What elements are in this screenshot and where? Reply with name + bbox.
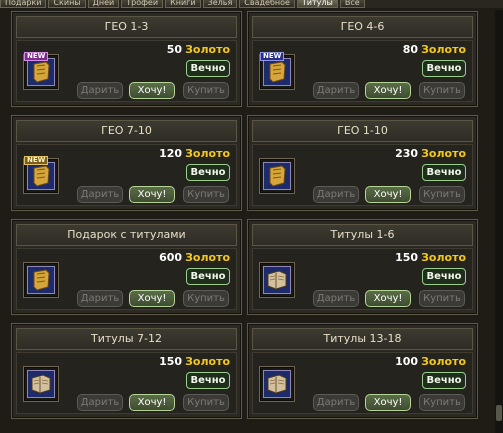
scroll-icon <box>27 162 55 190</box>
card-body: 150 Золото Вечно Дарить Хочу! Купить <box>252 248 473 310</box>
buy-button[interactable]: Купить <box>419 82 465 99</box>
book-icon <box>263 370 291 398</box>
tab-wedding[interactable]: Свадебное <box>239 0 295 8</box>
tab-potions[interactable]: Зелья <box>202 0 238 8</box>
item-slot[interactable] <box>259 158 295 194</box>
buy-button[interactable]: Купить <box>183 394 229 411</box>
tab-skins[interactable]: Скины <box>48 0 86 8</box>
buy-button[interactable]: Купить <box>183 82 229 99</box>
buy-button[interactable]: Купить <box>419 186 465 203</box>
price: 50 Золото <box>166 43 230 56</box>
tab-gifts[interactable]: Подарки <box>0 0 47 8</box>
scrollbar[interactable] <box>495 10 503 433</box>
gift-button[interactable]: Дарить <box>77 290 123 307</box>
tab-trophies[interactable]: Трофеи <box>121 0 164 8</box>
price: 100 Золото <box>395 355 466 368</box>
card-body: NEW 80 Золото Вечно Дарить Хочу! Купить <box>252 40 473 102</box>
price: 80 Золото <box>402 43 466 56</box>
tab-bar: Подарки Скины Дней Трофеи Книги Зелья Св… <box>0 0 503 8</box>
want-button[interactable]: Хочу! <box>129 186 175 203</box>
tab-titles[interactable]: Титулы <box>296 0 338 8</box>
item-slot[interactable] <box>23 262 59 298</box>
card-title: ГЕО 7-10 <box>16 120 237 142</box>
item-slot[interactable] <box>23 366 59 402</box>
card-body: NEW 50 Золото Вечно Дарить Хочу! Купить <box>16 40 237 102</box>
buy-button[interactable]: Купить <box>183 186 229 203</box>
card-title: Титулы 13-18 <box>252 328 473 350</box>
shop-card: Титулы 13-18 100 Золото Вечно Дарить Хочу… <box>247 323 478 419</box>
duration-button[interactable]: Вечно <box>186 164 230 181</box>
card-body: NEW 120 Золото Вечно Дарить Хочу! Купить <box>16 144 237 206</box>
duration-button[interactable]: Вечно <box>186 60 230 77</box>
gift-button[interactable]: Дарить <box>313 186 359 203</box>
shop-card: Подарок с титулами 600 Золото Вечно Дарит… <box>11 219 242 315</box>
gift-button[interactable]: Дарить <box>77 82 123 99</box>
new-badge: NEW <box>24 52 49 61</box>
duration-button[interactable]: Вечно <box>422 268 466 285</box>
tab-days[interactable]: Дней <box>87 0 120 8</box>
shop-card: ГЕО 1-10 230 Золото Вечно Дарить Хочу! Ку… <box>247 115 478 211</box>
gift-button[interactable]: Дарить <box>77 394 123 411</box>
book-icon <box>263 266 291 294</box>
want-button[interactable]: Хочу! <box>365 186 411 203</box>
price: 150 Золото <box>159 355 230 368</box>
scroll-icon <box>263 58 291 86</box>
duration-button[interactable]: Вечно <box>422 60 466 77</box>
want-button[interactable]: Хочу! <box>129 82 175 99</box>
scrollbar-thumb[interactable] <box>496 405 502 421</box>
shop-card: Титулы 7-12 150 Золото Вечно Дарить Хочу!… <box>11 323 242 419</box>
item-slot[interactable]: NEW <box>259 52 295 90</box>
duration-button[interactable]: Вечно <box>422 164 466 181</box>
price: 150 Золото <box>395 251 466 264</box>
buy-button[interactable]: Купить <box>183 290 229 307</box>
card-title: ГЕО 4-6 <box>252 16 473 38</box>
card-title: ГЕО 1-10 <box>252 120 473 142</box>
want-button[interactable]: Хочу! <box>365 290 411 307</box>
price: 600 Золото <box>159 251 230 264</box>
duration-button[interactable]: Вечно <box>186 268 230 285</box>
scroll-icon <box>27 266 55 294</box>
card-body: 230 Золото Вечно Дарить Хочу! Купить <box>252 144 473 206</box>
want-button[interactable]: Хочу! <box>129 394 175 411</box>
scroll-icon <box>27 58 55 86</box>
card-title: Титулы 1-6 <box>252 224 473 246</box>
card-title: ГЕО 1-3 <box>16 16 237 38</box>
new-badge: NEW <box>260 52 285 61</box>
shop-card: Титулы 1-6 150 Золото Вечно Дарить Хочу! … <box>247 219 478 315</box>
scroll-icon <box>263 162 291 190</box>
item-slot[interactable] <box>259 262 295 298</box>
duration-button[interactable]: Вечно <box>422 372 466 389</box>
shop-card: ГЕО 7-10 NEW 120 Золото Вечно Дарить Хочу… <box>11 115 242 211</box>
buy-button[interactable]: Купить <box>419 290 465 307</box>
card-title: Подарок с титулами <box>16 224 237 246</box>
tab-books[interactable]: Книги <box>165 0 201 8</box>
gift-button[interactable]: Дарить <box>313 394 359 411</box>
gift-button[interactable]: Дарить <box>313 82 359 99</box>
item-slot[interactable]: NEW <box>23 52 59 90</box>
card-body: 150 Золото Вечно Дарить Хочу! Купить <box>16 352 237 414</box>
buy-button[interactable]: Купить <box>419 394 465 411</box>
card-body: 600 Золото Вечно Дарить Хочу! Купить <box>16 248 237 310</box>
gift-button[interactable]: Дарить <box>77 186 123 203</box>
card-title: Титулы 7-12 <box>16 328 237 350</box>
card-body: 100 Золото Вечно Дарить Хочу! Купить <box>252 352 473 414</box>
shop-card: ГЕО 4-6 NEW 80 Золото Вечно Дарить Хочу! … <box>247 11 478 107</box>
book-icon <box>27 370 55 398</box>
want-button[interactable]: Хочу! <box>365 82 411 99</box>
gift-button[interactable]: Дарить <box>313 290 359 307</box>
duration-button[interactable]: Вечно <box>186 372 230 389</box>
want-button[interactable]: Хочу! <box>129 290 175 307</box>
price: 120 Золото <box>159 147 230 160</box>
item-slot[interactable] <box>259 366 295 402</box>
shop-card: ГЕО 1-3 NEW 50 Золото Вечно Дарить Хочу! … <box>11 11 242 107</box>
new-badge: NEW <box>24 156 49 165</box>
want-button[interactable]: Хочу! <box>365 394 411 411</box>
tab-all[interactable]: Все <box>339 0 365 8</box>
price: 230 Золото <box>395 147 466 160</box>
item-slot[interactable]: NEW <box>23 156 59 194</box>
